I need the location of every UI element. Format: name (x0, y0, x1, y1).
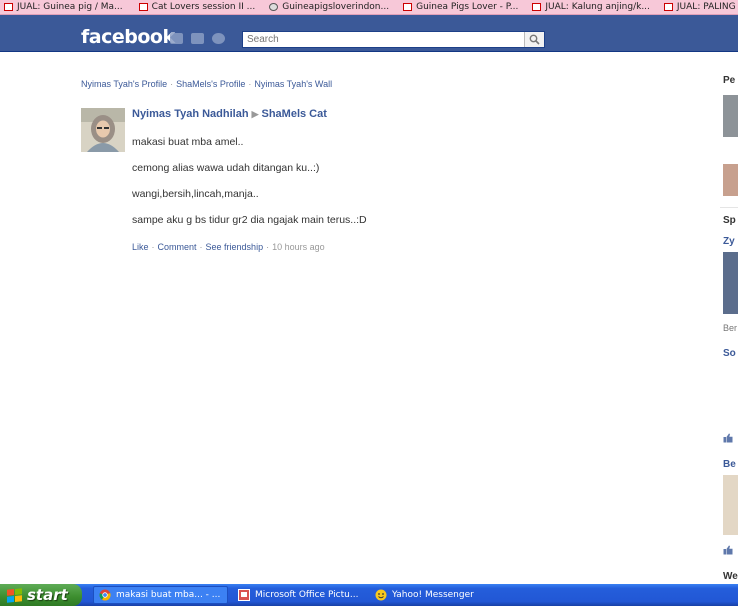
action-separator: · (266, 242, 270, 252)
arrow-right-icon: ▶ (251, 109, 259, 119)
bookmark-label: Cat Lovers session II ... (151, 2, 256, 12)
page-icon (532, 3, 542, 11)
action-separator: · (151, 242, 155, 252)
chrome-icon (99, 589, 111, 601)
see-friendship-link[interactable]: See friendship (206, 242, 264, 252)
breadcrumb: Nyimas Tyah's Profile · ShaMels's Profile ·… (81, 79, 332, 89)
bookmark-label: JUAL: PALING M (676, 2, 738, 12)
bookmark-label: Guinea Pigs Lover - P... (416, 2, 519, 12)
author-link[interactable]: Nyimas Tyah Nadhilah (132, 108, 249, 120)
sidebar-heading: We (723, 571, 738, 582)
sidebar-thumbnail[interactable] (723, 95, 738, 137)
search-box (242, 31, 545, 48)
sidebar-heading: Sp (723, 215, 736, 226)
post-message-line: wangi,bersih,lincah,manja.. (132, 188, 259, 200)
sidebar-ad-title[interactable]: So (723, 348, 736, 359)
right-sidebar: Pe Sp Zy Ber So Be We (720, 69, 738, 584)
avatar[interactable] (81, 108, 125, 152)
messages-icon[interactable] (191, 33, 204, 44)
thumbs-up-icon[interactable] (723, 545, 733, 555)
taskbar-item-yahoo-messenger[interactable]: Yahoo! Messenger (370, 586, 505, 604)
taskbar: start makasi buat mba... - ... Microsoft… (0, 584, 738, 606)
search-button[interactable] (524, 32, 544, 47)
windows-flag-icon (7, 587, 22, 603)
wordpress-icon (269, 3, 279, 11)
taskbar-item-chrome[interactable]: makasi buat mba... - ... (93, 586, 228, 604)
taskbar-item-picture-manager[interactable]: Microsoft Office Pictu... (233, 586, 365, 604)
sidebar-ad-text: Ber (723, 323, 738, 333)
bookmark-item[interactable]: Guineapigsloverindon... (265, 0, 395, 14)
page-icon (403, 3, 413, 11)
post-message-line: sampe aku g bs tidur gr2 dia ngajak main… (132, 214, 367, 226)
taskbar-item-label: Microsoft Office Pictu... (255, 590, 359, 600)
facebook-header: facebook (0, 15, 738, 52)
breadcrumb-link[interactable]: Nyimas Tyah's Profile (81, 79, 167, 89)
search-input[interactable] (245, 33, 524, 46)
sidebar-ad-title[interactable]: Zy (723, 236, 735, 247)
start-button[interactable]: start (0, 584, 82, 606)
breadcrumb-separator: · (170, 79, 174, 89)
comment-link[interactable]: Comment (158, 242, 197, 252)
sidebar-ad-title[interactable]: Be (723, 459, 736, 470)
post-message: makasi buat mba amel.. cemong alias wawa… (132, 123, 632, 240)
sidebar-thumbnail[interactable] (723, 164, 738, 196)
page-icon (138, 3, 148, 11)
bookmarks-bar: JUAL: Guinea pig / Ma... Cat Lovers sess… (0, 0, 738, 15)
breadcrumb-separator: · (248, 79, 252, 89)
thumbs-up-icon[interactable] (723, 433, 733, 443)
post-timestamp: 10 hours ago (272, 242, 325, 252)
action-separator: · (199, 242, 203, 252)
page-icon (4, 3, 13, 11)
target-link[interactable]: ShaMels Cat (261, 108, 326, 120)
page-icon (663, 3, 673, 11)
facebook-logo[interactable]: facebook (81, 26, 175, 48)
breadcrumb-link[interactable]: Nyimas Tyah's Wall (254, 79, 332, 89)
breadcrumb-link[interactable]: ShaMels's Profile (176, 79, 245, 89)
sidebar-ad-image[interactable] (723, 252, 738, 314)
bookmark-item[interactable]: JUAL: PALING M (660, 0, 738, 14)
yahoo-messenger-icon (375, 589, 387, 601)
bookmark-label: JUAL: Guinea pig / Ma... (17, 2, 123, 12)
like-link[interactable]: Like (132, 242, 149, 252)
post-body: Nyimas Tyah Nadhilah ▶ ShaMels Cat makasi … (132, 108, 632, 252)
search-icon (529, 34, 540, 45)
divider (720, 207, 738, 208)
bookmark-item[interactable]: JUAL: Kalung anjing/k... (528, 0, 656, 14)
taskbar-item-label: Yahoo! Messenger (392, 590, 474, 600)
post-header: Nyimas Tyah Nadhilah ▶ ShaMels Cat (132, 108, 632, 120)
bookmark-label: JUAL: Kalung anjing/k... (545, 2, 650, 12)
friend-requests-icon[interactable] (170, 33, 183, 44)
bookmark-item[interactable]: Guinea Pigs Lover - P... (399, 0, 524, 14)
post-actions: Like · Comment · See friendship · 10 hours ago (132, 242, 632, 252)
post-message-line: makasi buat mba amel.. (132, 136, 244, 148)
start-label: start (27, 586, 68, 604)
bookmark-label: Guineapigsloverindon... (282, 2, 390, 12)
sidebar-heading: Pe (723, 75, 736, 86)
bookmark-item[interactable]: Cat Lovers session II ... (135, 0, 262, 14)
notifications-icon[interactable] (212, 33, 225, 44)
sidebar-ad-image[interactable] (723, 475, 738, 535)
picture-manager-icon (238, 589, 250, 601)
post-message-line: cemong alias wawa udah ditangan ku..:) (132, 162, 320, 174)
profile-photo (81, 108, 125, 152)
taskbar-item-label: makasi buat mba... - ... (116, 590, 221, 600)
bookmark-item[interactable]: JUAL: Guinea pig / Ma... (0, 0, 129, 14)
